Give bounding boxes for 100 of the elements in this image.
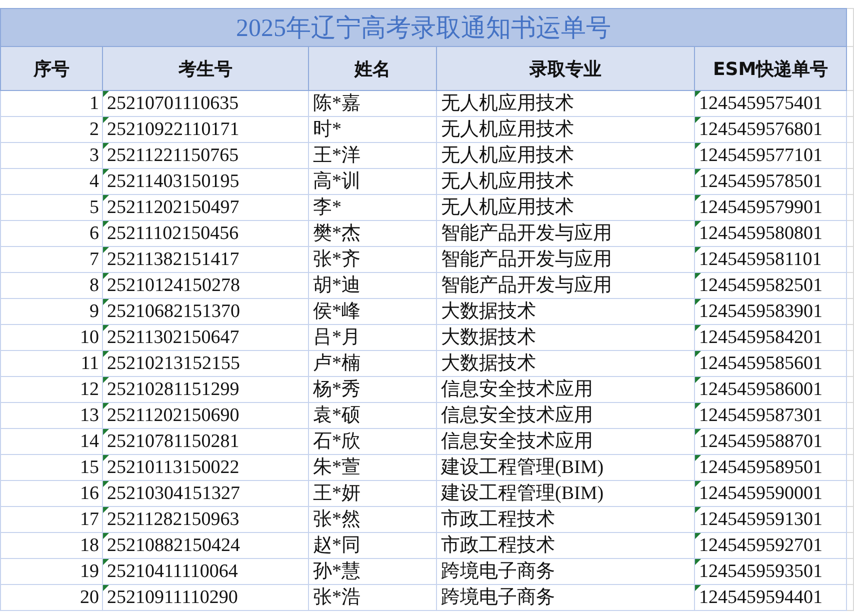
corner-triangle-icon [103, 481, 109, 487]
column-header: ESM快递单号 [694, 46, 847, 90]
table-cell: 25210701110635 [107, 93, 239, 114]
corner-triangle-icon [695, 143, 701, 149]
table-cell: 25210213152155 [107, 353, 240, 374]
table-cell: 信息安全技术应用 [441, 405, 593, 426]
corner-triangle-icon [695, 247, 701, 253]
table-cell: 张*齐 [313, 249, 360, 270]
table-cell: 25210922110171 [107, 119, 240, 140]
table-cell: 无人机应用技术 [441, 171, 574, 192]
corner-triangle-icon [103, 117, 109, 123]
table-cell: 胡*迪 [313, 275, 360, 296]
table-cell: 17 [80, 509, 99, 530]
column-header: 姓名 [308, 46, 436, 90]
table-cell: 无人机应用技术 [441, 145, 574, 166]
table-cell: 25210781150281 [107, 431, 240, 452]
table-cell: 王*洋 [313, 145, 360, 166]
table-cell: 信息安全技术应用 [441, 379, 593, 400]
corner-triangle-icon [695, 455, 701, 461]
corner-triangle-icon [695, 91, 701, 97]
table-cell: 1245459594401 [699, 587, 822, 608]
table-cell: 25211302150647 [107, 327, 240, 348]
table-cell: 杨*秀 [313, 379, 360, 400]
table-cell: 25211403150195 [107, 171, 240, 192]
corner-triangle-icon [695, 481, 701, 487]
table-cell: 无人机应用技术 [441, 197, 574, 218]
table-cell: 信息安全技术应用 [441, 431, 593, 452]
table-cell: 25210113150022 [107, 457, 240, 478]
table-cell: 李* [313, 197, 342, 218]
table-cell: 1245459587301 [699, 405, 822, 426]
corner-triangle-icon [695, 221, 701, 227]
table-cell: 跨境电子商务 [441, 587, 555, 608]
table-cell: 智能产品开发与应用 [441, 275, 612, 296]
corner-triangle-icon [103, 455, 109, 461]
table-cell: 19 [80, 561, 99, 582]
corner-triangle-icon [103, 585, 109, 591]
table-cell: 16 [80, 483, 99, 504]
table-cell: 张*然 [313, 509, 360, 530]
table-cell: 7 [90, 249, 99, 270]
table-cell: 1245459579901 [699, 197, 822, 218]
table-cell: 1245459581101 [699, 249, 822, 270]
table-cell: 樊*杰 [313, 223, 360, 244]
table-cell: 建设工程管理(BIM) [441, 483, 604, 504]
table-cell: 大数据技术 [441, 353, 536, 374]
table-cell: 无人机应用技术 [441, 93, 574, 114]
table-cell: 25210124150278 [107, 275, 240, 296]
table-cell: 袁*硕 [313, 405, 360, 426]
column-header: 录取专业 [436, 46, 694, 90]
table-cell: 25211382151417 [107, 249, 240, 270]
table-cell: 14 [80, 431, 99, 452]
table-cell: 1245459590001 [699, 483, 822, 504]
table-cell: 10 [80, 327, 99, 348]
table-cell: 8 [90, 275, 99, 296]
table-cell: 3 [90, 145, 99, 166]
table-cell: 智能产品开发与应用 [441, 223, 612, 244]
table-cell: 高*训 [313, 171, 360, 192]
corner-triangle-icon [695, 533, 701, 539]
table-cell: 1245459593501 [699, 561, 822, 582]
table-cell: 无人机应用技术 [441, 119, 574, 140]
corner-triangle-icon [695, 429, 701, 435]
table-cell: 6 [90, 223, 99, 244]
corner-triangle-icon [103, 403, 109, 409]
table-cell: 25211202150690 [107, 405, 240, 426]
corner-triangle-icon [695, 585, 701, 591]
table-cell: 朱*萱 [313, 457, 360, 478]
table-cell: 1245459576801 [699, 119, 822, 140]
table-cell: 1245459585601 [699, 353, 822, 374]
corner-triangle-icon [103, 533, 109, 539]
table-cell: 5 [90, 197, 99, 218]
corner-triangle-icon [103, 299, 109, 305]
corner-triangle-icon [695, 195, 701, 201]
corner-triangle-icon [103, 325, 109, 331]
table-cell: 1245459577101 [699, 145, 822, 166]
corner-triangle-icon [103, 559, 109, 565]
table-cell: 18 [80, 535, 99, 556]
table-cell: 侯*峰 [313, 301, 360, 322]
corner-triangle-icon [103, 429, 109, 435]
table-cell: 市政工程技术 [441, 509, 555, 530]
table-cell: 13 [80, 405, 99, 426]
table-cell: 建设工程管理(BIM) [441, 457, 604, 478]
corner-triangle-icon [695, 559, 701, 565]
table-cell: 25211282150963 [107, 509, 240, 530]
corner-triangle-icon [695, 117, 701, 123]
corner-triangle-icon [103, 247, 109, 253]
corner-triangle-icon [695, 325, 701, 331]
corner-triangle-icon [695, 507, 701, 513]
table-cell: 赵*同 [313, 535, 360, 556]
table-cell: 25211102150456 [107, 223, 239, 244]
table-cell: 市政工程技术 [441, 535, 555, 556]
corner-triangle-icon [695, 273, 701, 279]
table-cell: 20 [80, 587, 99, 608]
table-cell: 跨境电子商务 [441, 561, 555, 582]
table-cell: 25210411110064 [107, 561, 238, 582]
table-cell: 25211221150765 [107, 145, 239, 166]
table-cell: 9 [90, 301, 99, 322]
corner-triangle-icon [103, 377, 109, 383]
corner-triangle-icon [695, 351, 701, 357]
table-cell: 1245459589501 [699, 457, 822, 478]
sheet-title: 2025年辽宁高考录取通知书运单号 [0, 8, 847, 46]
table-cell: 1245459591301 [699, 509, 822, 530]
